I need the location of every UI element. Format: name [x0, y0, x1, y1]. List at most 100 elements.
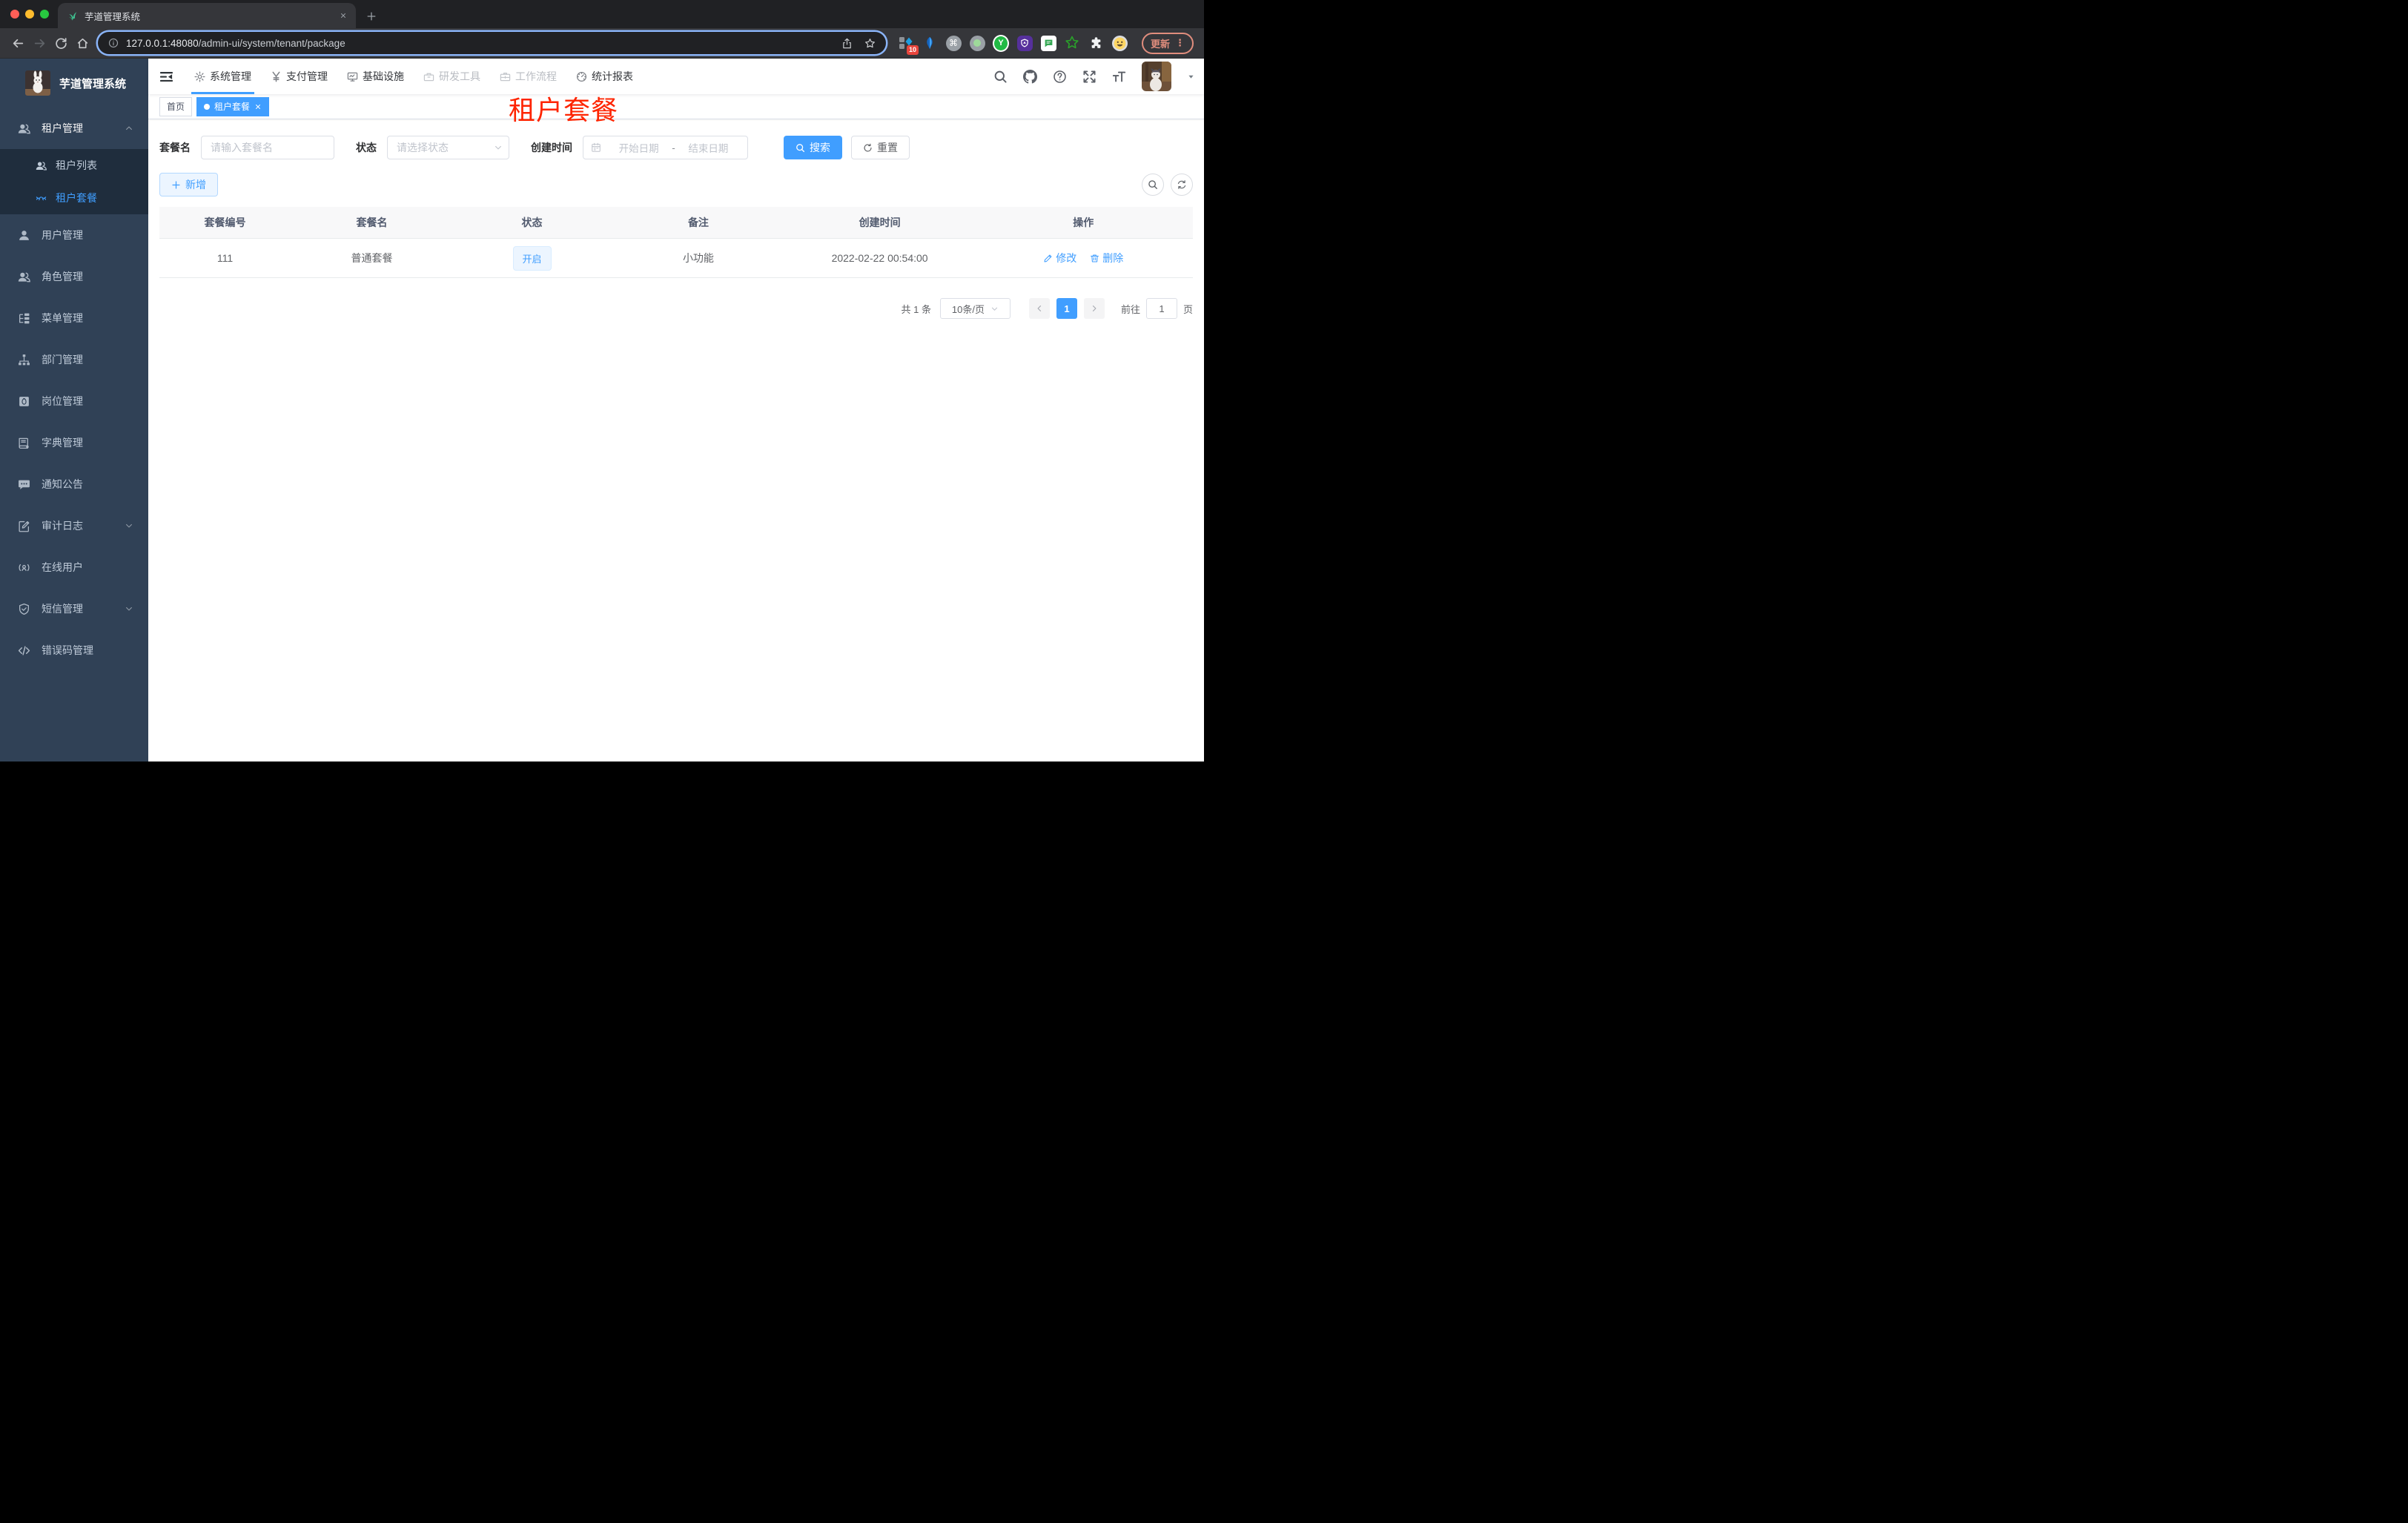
extension-chat-icon[interactable]: [1040, 35, 1056, 51]
refresh-icon: [863, 143, 873, 153]
toolbox-icon: [423, 71, 434, 82]
help-button[interactable]: [1053, 70, 1067, 84]
sidebar-item-dict[interactable]: 字典管理: [0, 422, 148, 463]
column-header: 操作: [973, 207, 1193, 239]
bookmark-star-icon[interactable]: [864, 38, 876, 49]
sidebar-item-role[interactable]: 角色管理: [0, 256, 148, 297]
url-text[interactable]: 127.0.0.1:48080/admin-ui/system/tenant/p…: [126, 38, 345, 49]
extension-puzzle-icon[interactable]: [1088, 35, 1104, 51]
sidebar-item-tenant-list[interactable]: 租户列表: [0, 149, 148, 182]
browser-tab[interactable]: 芋道管理系统: [58, 3, 356, 28]
prev-page-button[interactable]: [1028, 298, 1050, 319]
kebab-menu-icon: ⋮: [1175, 37, 1185, 48]
reset-button[interactable]: 重置: [851, 136, 910, 159]
sidebar-item-menu[interactable]: 菜单管理: [0, 297, 148, 339]
forward-button[interactable]: [29, 33, 50, 54]
edit-link[interactable]: 修改: [1043, 251, 1076, 265]
extension-profile-icon[interactable]: [1111, 35, 1128, 51]
sidebar-item-audit-log[interactable]: 审计日志: [0, 505, 148, 546]
github-button[interactable]: [1023, 69, 1037, 84]
date-end-placeholder: 结束日期: [688, 143, 729, 154]
url-bar[interactable]: 127.0.0.1:48080/admin-ui/system/tenant/p…: [98, 32, 886, 54]
delete-link[interactable]: 删除: [1090, 251, 1123, 265]
sidebar-item-error-code[interactable]: 错误码管理: [0, 630, 148, 671]
top-menu-pay[interactable]: 支付管理: [261, 59, 337, 94]
refresh-table-button[interactable]: [1171, 174, 1193, 196]
add-button[interactable]: 新增: [159, 173, 218, 196]
top-menu-infra[interactable]: 基础设施: [337, 59, 414, 94]
top-menu-dev-tools[interactable]: 研发工具: [414, 59, 490, 94]
sidebar-item-post[interactable]: 岗位管理: [0, 380, 148, 422]
editlog-icon: [16, 520, 31, 532]
dashboard-icon: [576, 71, 587, 82]
site-info-icon[interactable]: [108, 38, 119, 48]
sidebar-item-user[interactable]: 用户管理: [0, 214, 148, 256]
column-header: 备注: [611, 207, 786, 239]
sidebar-item-dept[interactable]: 部门管理: [0, 339, 148, 380]
gear-icon: [194, 70, 205, 82]
sidebar: 芋道管理系统 租户管理 租户列表 租户套餐 用户管理 角色管理 菜单管理 部门管理 岗位管理字…: [0, 59, 148, 762]
goto-unit: 页: [1182, 303, 1193, 315]
top-menu-report[interactable]: 统计报表: [566, 59, 643, 94]
status-filter-select[interactable]: 请选择状态: [387, 136, 509, 159]
app-logo[interactable]: 芋道管理系统: [0, 59, 148, 108]
search-button[interactable]: [993, 70, 1008, 84]
search-form: 套餐名 状态 请选择状态 创建时间 开始日期 - 结束日期: [159, 136, 1193, 159]
code-icon: [16, 644, 31, 657]
next-page-button[interactable]: [1083, 298, 1105, 319]
back-button[interactable]: [7, 33, 29, 54]
name-filter-input[interactable]: [201, 136, 334, 159]
extension-y-circle-icon[interactable]: Y: [993, 34, 1009, 52]
caret-down-icon[interactable]: [1187, 73, 1195, 81]
extension-record-icon[interactable]: [969, 35, 985, 51]
minimize-window-button[interactable]: [25, 10, 34, 19]
zoom-window-button[interactable]: [40, 10, 49, 19]
tag-home[interactable]: 首页: [159, 96, 193, 116]
toggle-search-button[interactable]: [1142, 174, 1164, 196]
top-menu-workflow[interactable]: 工作流程: [490, 59, 566, 94]
sidebar-item-tenant-package[interactable]: 租户套餐: [0, 182, 148, 214]
screen: 芋道管理系统 127.0.0.1:48080/admin-ui/system/t…: [0, 0, 1204, 762]
tab-close-icon[interactable]: [340, 12, 347, 19]
date-range-picker[interactable]: 开始日期 - 结束日期: [583, 136, 748, 159]
page-content: 套餐名 状态 请选择状态 创建时间 开始日期 - 结束日期: [148, 119, 1204, 762]
page-size-select[interactable]: 10条/页: [939, 298, 1010, 319]
reload-button[interactable]: [50, 33, 72, 54]
browser-chrome: 芋道管理系统 127.0.0.1:48080/admin-ui/system/t…: [0, 0, 1204, 59]
top-navbar: 系统管理 支付管理 基础设施 研发工具 工作流程 统计报表: [148, 59, 1204, 94]
sidebar-item-notice[interactable]: 通知公告: [0, 463, 148, 505]
url-path: /admin-ui/system/tenant/package: [198, 37, 345, 49]
top-menu-system[interactable]: 系统管理: [185, 59, 261, 94]
font-size-button[interactable]: [1112, 70, 1126, 84]
share-icon[interactable]: [841, 38, 853, 49]
extension-proxy-icon[interactable]: 10: [898, 35, 919, 55]
home-button[interactable]: [72, 33, 93, 54]
browser-toolbar: 127.0.0.1:48080/admin-ui/system/tenant/p…: [0, 28, 1204, 59]
book-icon: [16, 437, 31, 449]
column-header: 状态: [452, 207, 612, 239]
sidebar-item-sms[interactable]: 短信管理: [0, 588, 148, 630]
browser-update-menu-button[interactable]: 更新 ⋮: [1141, 32, 1194, 54]
extension-shield-icon[interactable]: [1016, 35, 1033, 51]
chevron-down-icon: [990, 305, 999, 313]
extension-cmd-icon[interactable]: ⌘: [945, 35, 962, 51]
goto-page-input[interactable]: [1145, 298, 1177, 319]
extension-star-icon[interactable]: [1064, 35, 1080, 51]
page-number-1[interactable]: 1: [1056, 298, 1077, 319]
extension-kite-icon[interactable]: [922, 35, 938, 51]
new-tab-button[interactable]: [366, 11, 377, 22]
sidebar-item-online-user[interactable]: 在线用户: [0, 546, 148, 588]
fullscreen-button[interactable]: [1082, 70, 1096, 84]
refresh-icon: [1177, 179, 1187, 190]
sidebar-item-tenant[interactable]: 租户管理: [0, 108, 148, 149]
update-label: 更新: [1150, 38, 1170, 50]
sidebar-collapse-icon[interactable]: [148, 70, 185, 84]
tag-tenant-package[interactable]: 租户套餐: [196, 96, 270, 116]
close-window-button[interactable]: [10, 10, 19, 19]
column-header: 套餐名: [291, 207, 453, 239]
close-tag-icon[interactable]: [254, 103, 262, 110]
yen-icon: [271, 71, 282, 82]
status-filter-label: 状态: [356, 142, 377, 153]
user-avatar[interactable]: [1142, 62, 1171, 91]
search-button[interactable]: 搜索: [784, 136, 842, 159]
